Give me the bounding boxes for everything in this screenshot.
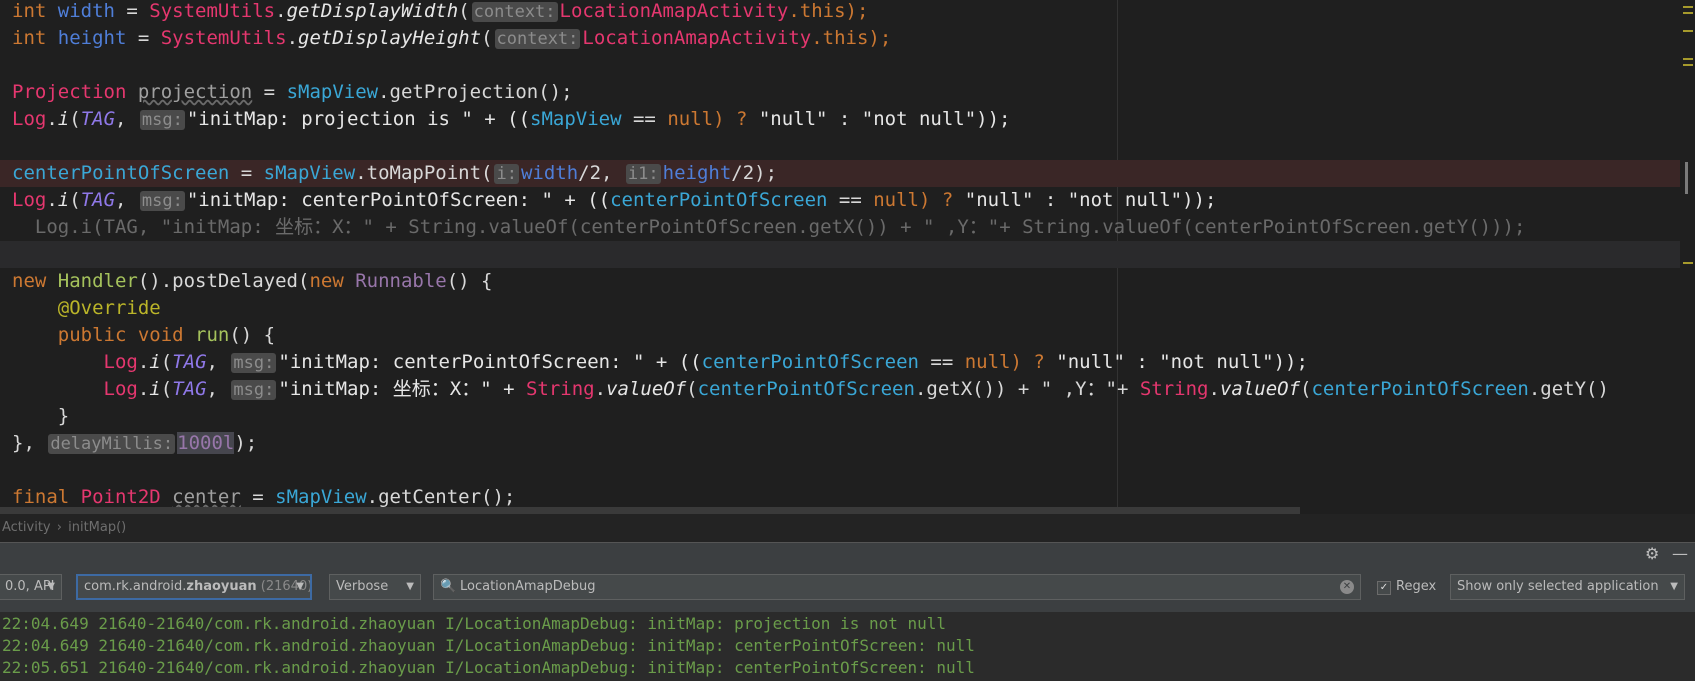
- code-line-4[interactable]: Projection projection = sMapView.getProj…: [0, 79, 1680, 106]
- param-hint: msg:: [139, 191, 185, 211]
- param-hint: delayMillis:: [48, 434, 176, 454]
- search-icon: 🔍: [440, 579, 457, 594]
- logcat-header: ⚙ —: [0, 542, 1695, 565]
- minimize-icon[interactable]: —: [1672, 544, 1688, 563]
- code-line-2[interactable]: int height = SystemUtils.getDisplayHeigh…: [0, 25, 1680, 52]
- code-line-1[interactable]: int width = SystemUtils.getDisplayWidth(…: [0, 0, 1680, 25]
- device-dropdown[interactable]: 0.0, API ▼: [0, 574, 62, 600]
- warning-stripe[interactable]: [1683, 58, 1693, 60]
- param-hint: msg:: [231, 380, 277, 400]
- editor-scroll-thumb[interactable]: [1685, 162, 1688, 194]
- warning-stripe[interactable]: [1683, 12, 1693, 14]
- code-line-13[interactable]: public void run() {: [0, 322, 1680, 349]
- process-dropdown[interactable]: com.rk.android.zhaoyuan (21640) [▼: [76, 574, 312, 600]
- code-line-5[interactable]: Log.i(TAG, msg: "initMap: projection is "…: [0, 106, 1680, 133]
- code-line-17[interactable]: }, delayMillis: 1000l);: [0, 430, 1680, 457]
- breadcrumb-class[interactable]: Activity: [2, 520, 51, 535]
- log-line[interactable]: 22:04.649 21640-21640/com.rk.android.zha…: [0, 635, 975, 656]
- warning-stripe[interactable]: [1683, 262, 1693, 264]
- breadcrumb: Activity › initMap(): [0, 514, 1695, 542]
- horizontal-scrollbar[interactable]: [0, 507, 1300, 514]
- warning-stripe[interactable]: [1683, 30, 1693, 32]
- logcat-toolbar: 0.0, API ▼ com.rk.android.zhaoyuan (21640…: [0, 564, 1695, 612]
- param-hint: msg:: [139, 110, 185, 130]
- chevron-down-icon: ▼: [47, 581, 55, 592]
- param-hint: context:: [471, 2, 558, 22]
- code-line-11[interactable]: new Handler().postDelayed(new Runnable()…: [0, 268, 1680, 295]
- breadcrumb-method[interactable]: initMap(): [68, 520, 126, 535]
- code-line-7-current[interactable]: centerPointOfScreen = sMapView.toMapPoin…: [0, 160, 1680, 187]
- log-line[interactable]: 22:04.649 21640-21640/com.rk.android.zha…: [0, 613, 946, 634]
- code-line-12[interactable]: @Override: [0, 295, 1680, 322]
- code-line-9-comment[interactable]: Log.i(TAG, "initMap: 坐标：X：" + String.val…: [0, 214, 1680, 241]
- log-line[interactable]: 22:05.651 21640-21640/com.rk.android.zha…: [0, 657, 975, 678]
- param-hint: i1:: [625, 164, 661, 184]
- code-line-14[interactable]: Log.i(TAG, msg: "initMap: centerPointOfSc…: [0, 349, 1680, 376]
- warning-stripe[interactable]: [1683, 6, 1693, 8]
- code-line-16[interactable]: }: [0, 403, 1680, 430]
- code-line-15[interactable]: Log.i(TAG, msg: "initMap: 坐标：X：" + String…: [0, 376, 1680, 403]
- param-hint: msg:: [231, 353, 277, 373]
- chevron-down-icon: ▼: [406, 581, 414, 592]
- regex-checkbox[interactable]: ✓: [1377, 581, 1391, 595]
- breadcrumb-separator: ›: [56, 520, 62, 535]
- log-search-input[interactable]: 🔍 LocationAmapDebug ✕: [433, 574, 1361, 600]
- regex-label: Regex: [1396, 579, 1437, 594]
- chevron-down-icon: ▼: [1670, 581, 1678, 592]
- log-level-dropdown[interactable]: Verbose ▼: [329, 574, 421, 600]
- param-hint: context:: [494, 29, 581, 49]
- code-line-10[interactable]: [0, 241, 1680, 268]
- logcat-output[interactable]: 22:04.649 21640-21640/com.rk.android.zha…: [0, 612, 1695, 681]
- warning-stripe[interactable]: [1683, 64, 1693, 66]
- clear-icon[interactable]: ✕: [1340, 580, 1354, 594]
- code-editor[interactable]: int width = SystemUtils.getDisplayWidth(…: [0, 0, 1695, 514]
- param-hint: i:: [494, 164, 519, 184]
- code-line-8[interactable]: Log.i(TAG, msg: "initMap: centerPointOfSc…: [0, 187, 1680, 214]
- gear-icon[interactable]: ⚙: [1645, 544, 1659, 563]
- filter-dropdown[interactable]: Show only selected application ▼: [1450, 574, 1685, 600]
- chevron-down-icon: ▼: [296, 581, 304, 592]
